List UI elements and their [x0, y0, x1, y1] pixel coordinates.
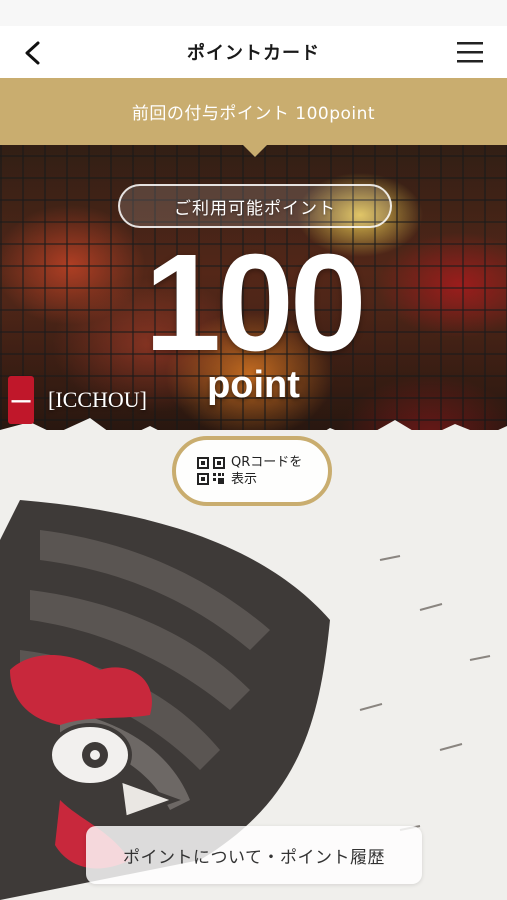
- banner-notch: [243, 145, 267, 157]
- point-history-button[interactable]: ポイントについて・ポイント履歴: [86, 826, 422, 884]
- point-history-label: ポイントについて・ポイント履歴: [123, 847, 385, 868]
- brand-logo-mark: 一: [8, 376, 34, 424]
- back-icon[interactable]: [18, 38, 48, 68]
- app-header: ポイントカード: [0, 26, 507, 78]
- page-title: ポイントカード: [187, 43, 320, 64]
- available-points-label: ご利用可能ポイント: [118, 184, 392, 228]
- status-bar: [0, 0, 507, 26]
- show-qr-label: QRコードを 表示: [231, 455, 303, 487]
- qr-code-icon: [197, 457, 225, 485]
- available-points-text: ご利用可能ポイント: [174, 198, 336, 219]
- brand-name: [ICCHOU]: [48, 387, 147, 412]
- menu-icon[interactable]: [455, 40, 485, 64]
- points-value: 100: [144, 226, 366, 380]
- last-points-banner: 前回の付与ポイント 100point: [0, 78, 507, 145]
- show-qr-button[interactable]: QRコードを 表示: [172, 436, 332, 506]
- last-points-text: 前回の付与ポイント 100point: [131, 104, 376, 124]
- brand-logo: 一 [ICCHOU]: [8, 376, 147, 424]
